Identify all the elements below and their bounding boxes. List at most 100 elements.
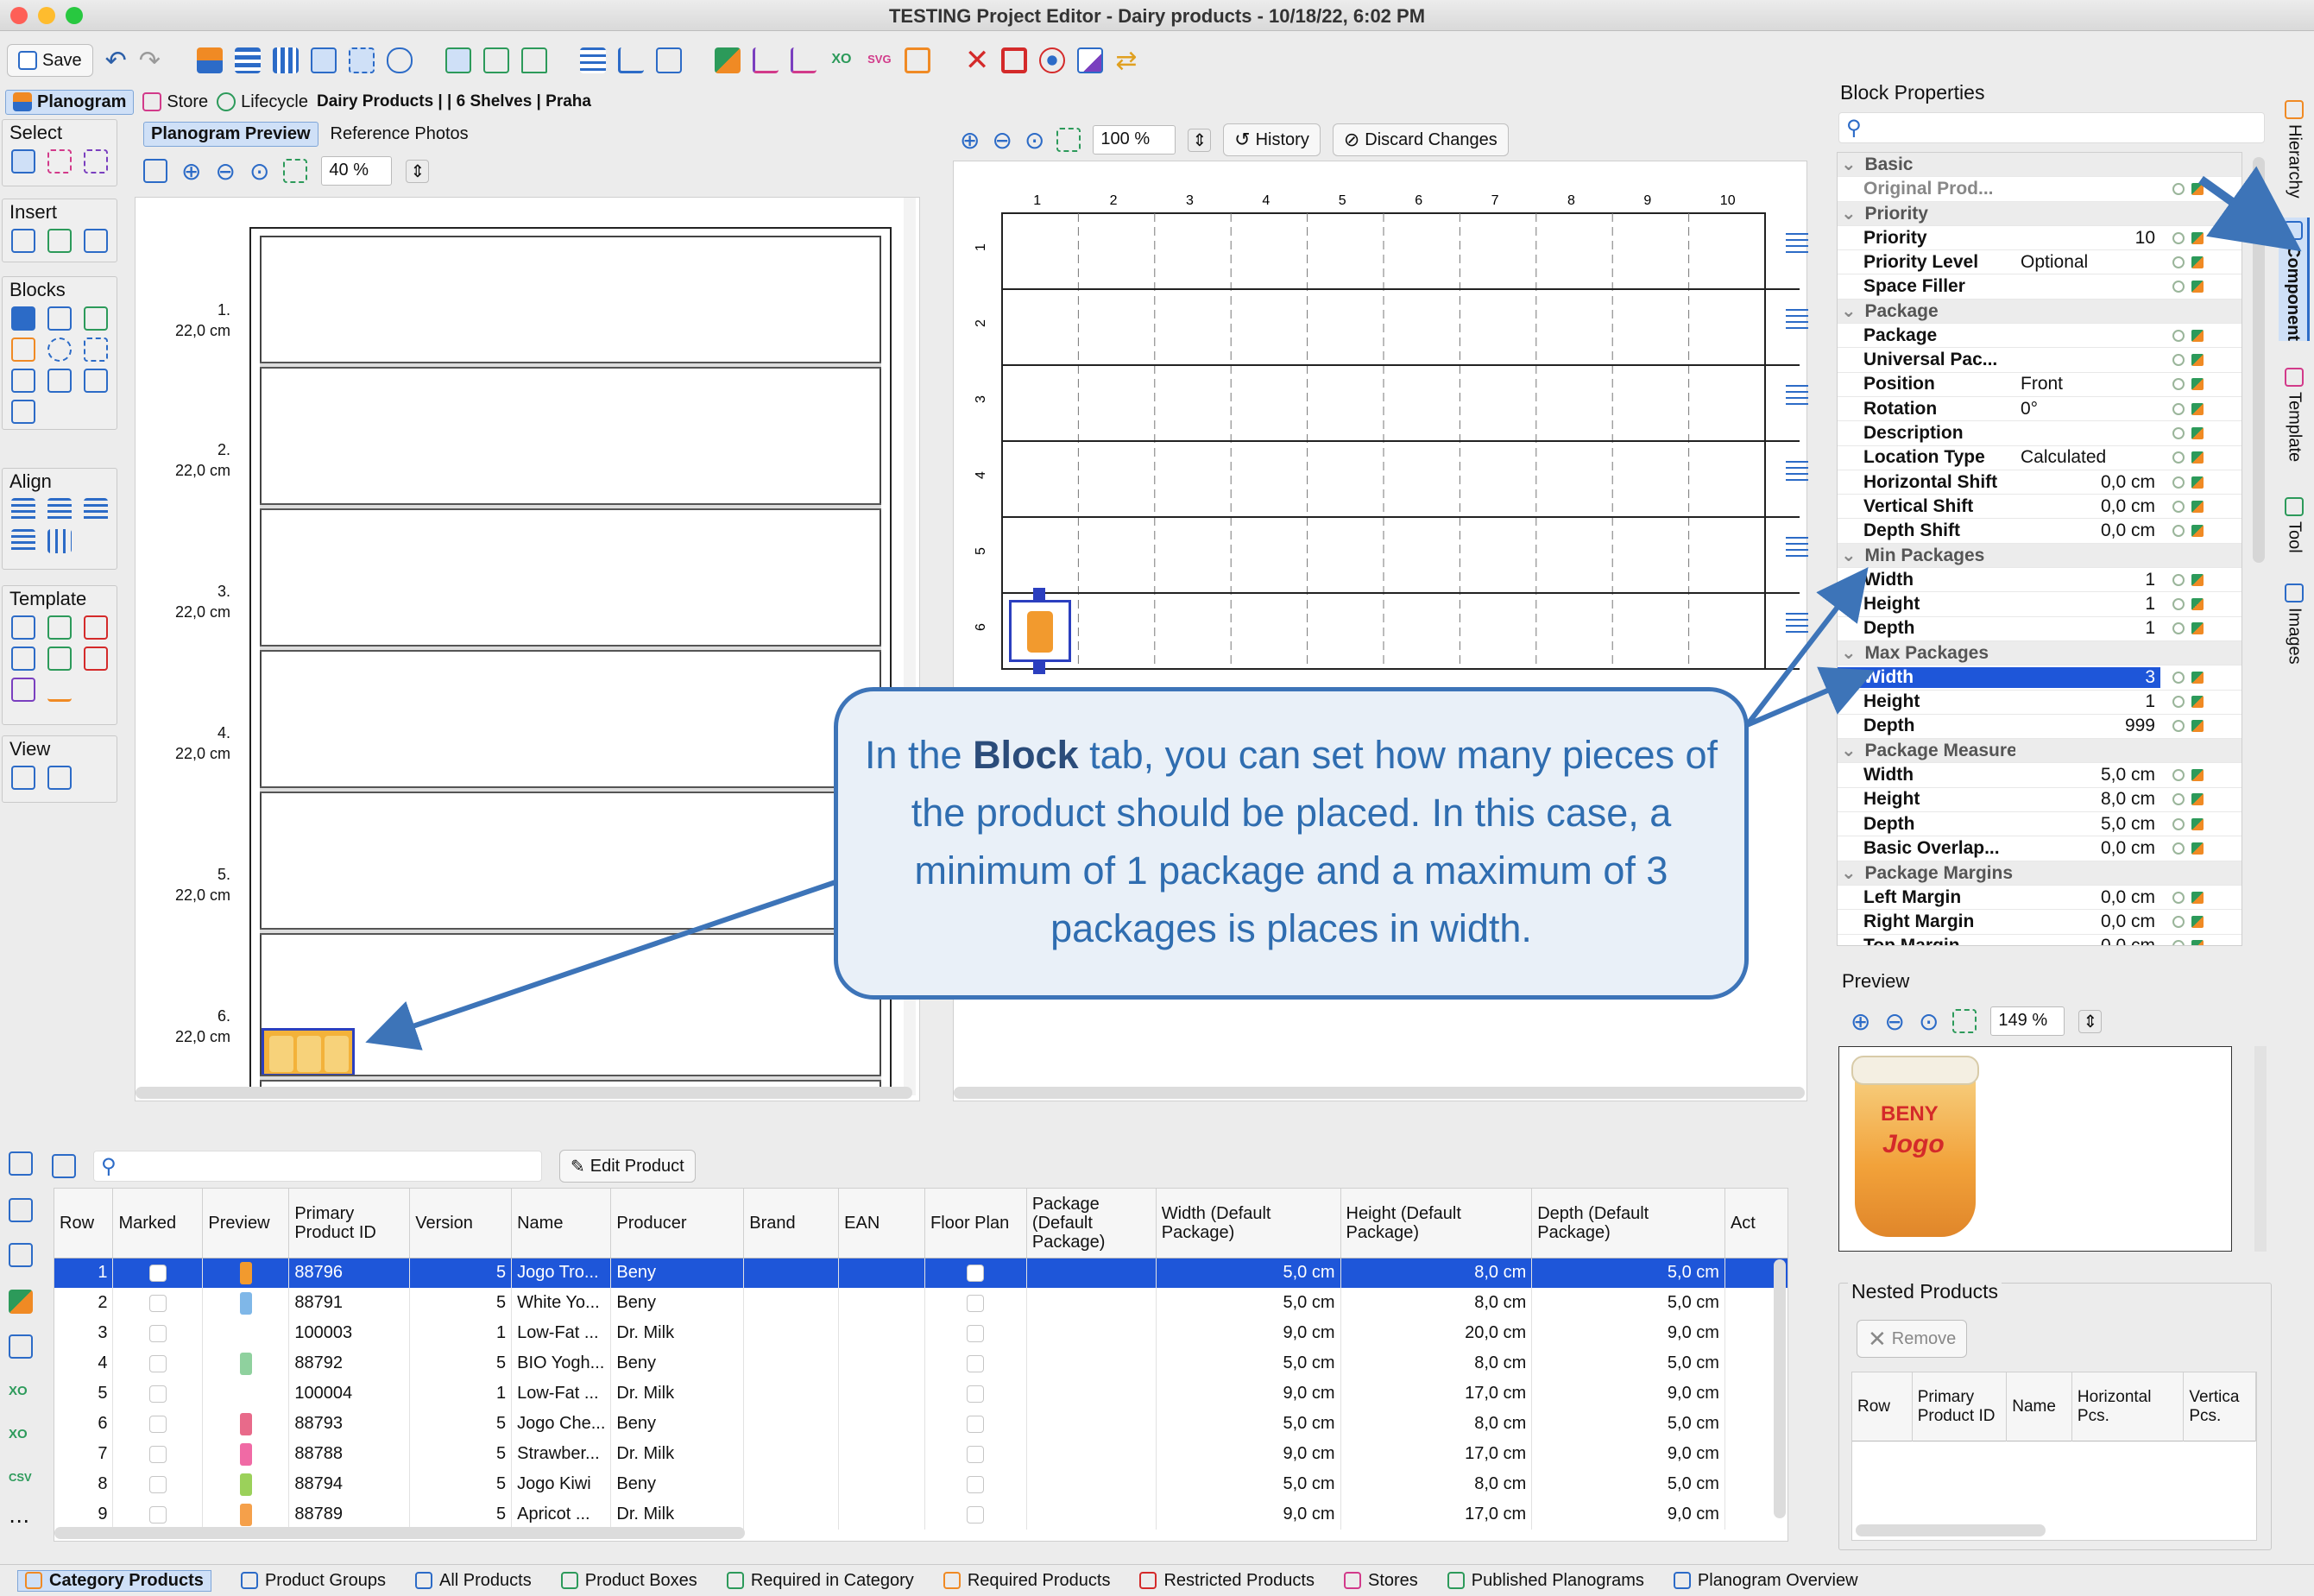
preview-zoom-all-icon[interactable]: [1952, 1009, 1977, 1033]
apply-icon[interactable]: [2191, 573, 2204, 586]
grid-horizontal-scrollbar[interactable]: [954, 1087, 1805, 1099]
apply-icon[interactable]: [2191, 891, 2204, 904]
undo-icon[interactable]: ↶: [105, 46, 127, 76]
apply-icon[interactable]: [2191, 281, 2204, 293]
building-icon[interactable]: [655, 47, 682, 73]
table-icon[interactable]: [579, 47, 606, 73]
property-group-header[interactable]: ⌄ Package Margins: [1838, 861, 2241, 886]
discard-changes-button[interactable]: ⊘ Discard Changes: [1332, 123, 1509, 156]
floor-plan-checkbox[interactable]: [967, 1475, 985, 1493]
property-group-header[interactable]: ⌄ Priority: [1838, 201, 2241, 226]
property-row[interactable]: Basic Overlap... 0,0 cm: [1838, 836, 2241, 861]
resize-handle-bottom[interactable]: [1033, 662, 1045, 674]
block-tool-3-icon[interactable]: [84, 306, 108, 331]
view-2-icon[interactable]: [47, 766, 72, 790]
preview-zoom-input[interactable]: 40 %: [321, 156, 393, 186]
preview-zoom-in-icon[interactable]: ⊕: [1851, 1007, 1870, 1036]
delete-icon[interactable]: ✕: [965, 46, 990, 75]
floor-plan-checkbox[interactable]: [967, 1294, 985, 1312]
edit-product-button[interactable]: ✎ Edit Product: [559, 1150, 696, 1183]
column-header[interactable]: Width (Default Package): [1156, 1189, 1341, 1259]
reset-icon[interactable]: [2172, 231, 2185, 244]
column-header[interactable]: Depth (Default Package): [1531, 1189, 1725, 1259]
bottom-tab-product-boxes[interactable]: Product Boxes: [560, 1571, 697, 1591]
property-row[interactable]: Depth 5,0 cm: [1838, 812, 2241, 837]
xo-icon[interactable]: XO: [829, 47, 854, 73]
table-settings-icon[interactable]: [52, 1154, 76, 1178]
property-search-input[interactable]: ⚲: [1838, 112, 2265, 143]
column-header[interactable]: Version: [409, 1189, 513, 1259]
reset-icon[interactable]: [2172, 354, 2185, 367]
column-header[interactable]: Marked: [112, 1189, 204, 1259]
insert-text-icon[interactable]: [84, 229, 108, 253]
property-row[interactable]: Position Front: [1838, 373, 2241, 397]
apply-icon[interactable]: [2191, 231, 2204, 244]
tab-store[interactable]: Store: [142, 92, 208, 112]
apply-icon[interactable]: [2191, 182, 2204, 195]
marked-checkbox[interactable]: [148, 1264, 167, 1282]
property-group-header[interactable]: ⌄ Min Packages: [1838, 543, 2241, 569]
marked-checkbox[interactable]: [148, 1354, 167, 1372]
reset-icon[interactable]: [2172, 940, 2185, 945]
property-value[interactable]: 0,0 cm: [2015, 520, 2160, 541]
property-row[interactable]: Width 1: [1838, 568, 2241, 593]
column-header[interactable]: Producer: [610, 1189, 745, 1259]
block-tool-8-icon[interactable]: [47, 369, 72, 393]
zoom-in-icon[interactable]: ⊕: [181, 157, 201, 186]
trend-icon[interactable]: [790, 47, 817, 73]
edit-icon[interactable]: [1077, 47, 1104, 73]
chevron-down-icon[interactable]: ⌄: [1841, 301, 1861, 321]
product-search-input[interactable]: ⚲: [93, 1151, 542, 1182]
side-tool-check-icon[interactable]: [9, 1151, 33, 1176]
reset-icon[interactable]: [2172, 696, 2185, 709]
nested-column-header[interactable]: Row: [1852, 1372, 1913, 1441]
select-area-icon[interactable]: [47, 149, 72, 173]
nested-column-header[interactable]: Horizontal Pcs.: [2072, 1372, 2185, 1441]
side-tool-help-icon[interactable]: [9, 1243, 33, 1267]
chevron-down-icon[interactable]: ⌄: [1841, 741, 1861, 760]
side-tool-csv-icon[interactable]: CSV: [9, 1466, 33, 1490]
marked-checkbox[interactable]: [148, 1385, 167, 1403]
placed-product-block[interactable]: [262, 1028, 355, 1076]
floor-plan-checkbox[interactable]: [967, 1354, 985, 1372]
history-button[interactable]: ↺ History: [1223, 123, 1321, 156]
property-group-header[interactable]: ⌄ Package Measurements: [1838, 739, 2241, 764]
redo-icon[interactable]: ↷: [139, 46, 161, 76]
floor-plan-checkbox[interactable]: [967, 1415, 985, 1433]
resize-handle-top[interactable]: [1033, 588, 1045, 600]
fixture-icon[interactable]: [482, 47, 509, 73]
distribute-horizontal-icon[interactable]: [47, 529, 72, 553]
column-header[interactable]: Brand: [743, 1189, 840, 1259]
column-header[interactable]: Row: [54, 1189, 114, 1259]
distribute-vertical-icon[interactable]: [11, 529, 35, 553]
zoom-all-icon[interactable]: [283, 159, 308, 183]
marked-checkbox[interactable]: [148, 1294, 167, 1312]
column-header[interactable]: Primary Product ID: [288, 1189, 411, 1259]
chart-icon[interactable]: [617, 47, 644, 73]
reset-icon[interactable]: [2172, 915, 2185, 928]
property-row[interactable]: Priority Level Optional: [1838, 250, 2241, 275]
column-header[interactable]: Preview: [202, 1189, 290, 1259]
planogram-preview-canvas[interactable]: 1. 22,0 cm 2. 22,0 cm 3. 22,0 cm 4. 22,0 cm 5. 22…: [135, 197, 920, 1101]
bottom-tab-published-planograms[interactable]: Published Planograms: [1447, 1571, 1644, 1591]
bottom-tab-all-products[interactable]: All Products: [415, 1571, 532, 1591]
property-value[interactable]: 0°: [2015, 399, 2160, 420]
shelves-icon[interactable]: [234, 47, 261, 73]
apply-icon[interactable]: [2191, 476, 2204, 489]
property-group-header[interactable]: ⌄ Basic: [1838, 153, 2241, 178]
property-value[interactable]: 5,0 cm: [2015, 814, 2160, 835]
property-value[interactable]: 8,0 cm: [2015, 789, 2160, 810]
template-4-icon[interactable]: [11, 647, 35, 671]
property-row[interactable]: Top Margin 0,0 cm: [1838, 935, 2241, 945]
property-value[interactable]: 0,0 cm: [2015, 496, 2160, 517]
table-row[interactable]: 7 88788 5 Strawber... Dr. Milk 9,0 cm 17,0 cm 9…: [54, 1439, 1788, 1469]
property-row[interactable]: Space Filler: [1838, 274, 2241, 300]
reset-icon[interactable]: [2172, 402, 2185, 415]
block-tool-4-icon[interactable]: [11, 337, 35, 362]
chevron-down-icon[interactable]: ⌄: [1841, 204, 1861, 224]
property-value[interactable]: 1: [2015, 618, 2160, 639]
product-preview-stepper-icon[interactable]: ⇕: [2078, 1009, 2103, 1033]
column-header[interactable]: Floor Plan: [924, 1189, 1027, 1259]
property-group-header[interactable]: ⌄ Package: [1838, 299, 2241, 325]
apply-icon[interactable]: [2191, 525, 2204, 538]
